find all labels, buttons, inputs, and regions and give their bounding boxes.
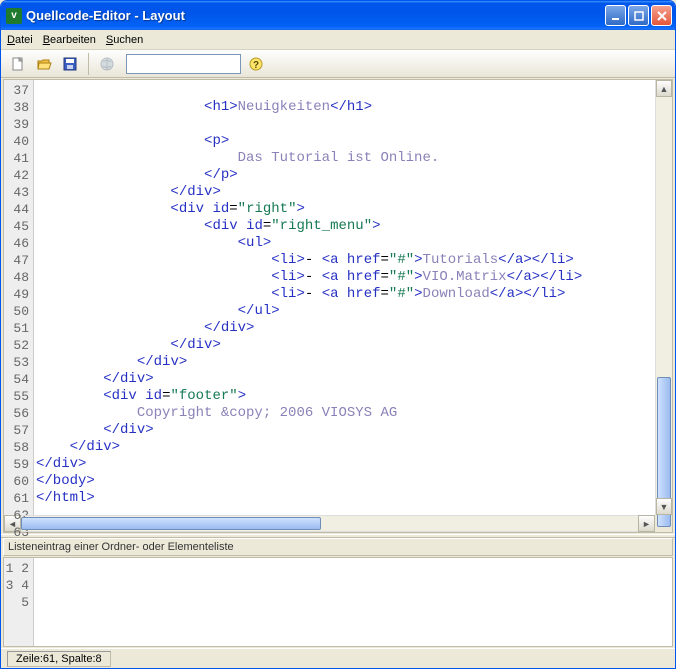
line-gutter: 37 38 39 40 41 42 43 44 45 46 47 48 49 5… [4, 80, 34, 515]
hscroll-thumb[interactable] [21, 517, 321, 530]
menu-edit-rest: earbeiten [50, 34, 96, 46]
vscroll-track[interactable] [656, 97, 672, 498]
svg-text:?: ? [253, 60, 259, 71]
app-icon: v [6, 8, 22, 24]
scroll-up-arrow[interactable]: ▲ [656, 80, 672, 97]
hscroll-track[interactable] [21, 515, 638, 532]
editor-area: 37 38 39 40 41 42 43 44 45 46 47 48 49 5… [3, 79, 673, 533]
status-line-label: Zeile: [16, 653, 43, 665]
menubar: Datei Bearbeiten Suchen [1, 30, 675, 50]
toolbar: ? [1, 50, 675, 78]
menu-file-rest: atei [15, 34, 33, 46]
menu-search[interactable]: Suchen [106, 34, 143, 46]
maximize-button[interactable] [628, 5, 649, 26]
statusbar: Zeile:61, Spalte:8 [1, 648, 675, 668]
hint-bar: Listeneintrag einer Ordner- oder Element… [3, 538, 673, 556]
close-button[interactable] [651, 5, 672, 26]
globe-button[interactable] [96, 53, 118, 75]
code-editor[interactable]: 37 38 39 40 41 42 43 44 45 46 47 48 49 5… [4, 80, 672, 515]
help-button[interactable]: ? [245, 53, 267, 75]
scroll-down-arrow[interactable]: ▼ [656, 498, 672, 515]
window-title: Quellcode-Editor - Layout [26, 8, 605, 23]
save-button[interactable] [59, 53, 81, 75]
lower-content[interactable] [34, 558, 672, 646]
toolbar-separator [88, 53, 89, 75]
vertical-scrollbar[interactable]: ▲ ▼ [655, 80, 672, 515]
menu-edit[interactable]: Bearbeiten [43, 34, 96, 46]
status-col-label: Spalte: [61, 653, 95, 665]
code-content[interactable]: <h1>Neuigkeiten</h1> <p> Das Tutorial is… [34, 80, 655, 515]
horizontal-scrollbar[interactable]: ◄ ► [4, 515, 672, 532]
scroll-right-arrow[interactable]: ► [638, 515, 655, 532]
search-input[interactable] [126, 54, 241, 74]
status-position: Zeile:61, Spalte:8 [7, 651, 111, 667]
titlebar[interactable]: v Quellcode-Editor - Layout [1, 1, 675, 30]
menu-search-rest: uchen [113, 34, 143, 46]
menu-file[interactable]: Datei [7, 34, 33, 46]
new-file-button[interactable] [7, 53, 29, 75]
minimize-button[interactable] [605, 5, 626, 26]
open-file-button[interactable] [33, 53, 55, 75]
lower-panel[interactable]: 1 2 3 4 5 [3, 557, 673, 647]
app-window: v Quellcode-Editor - Layout Datei Bearbe… [0, 0, 676, 669]
status-col-value: 8 [96, 653, 102, 665]
lower-gutter: 1 2 3 4 5 [4, 558, 34, 646]
status-line-value: 61 [43, 653, 55, 665]
